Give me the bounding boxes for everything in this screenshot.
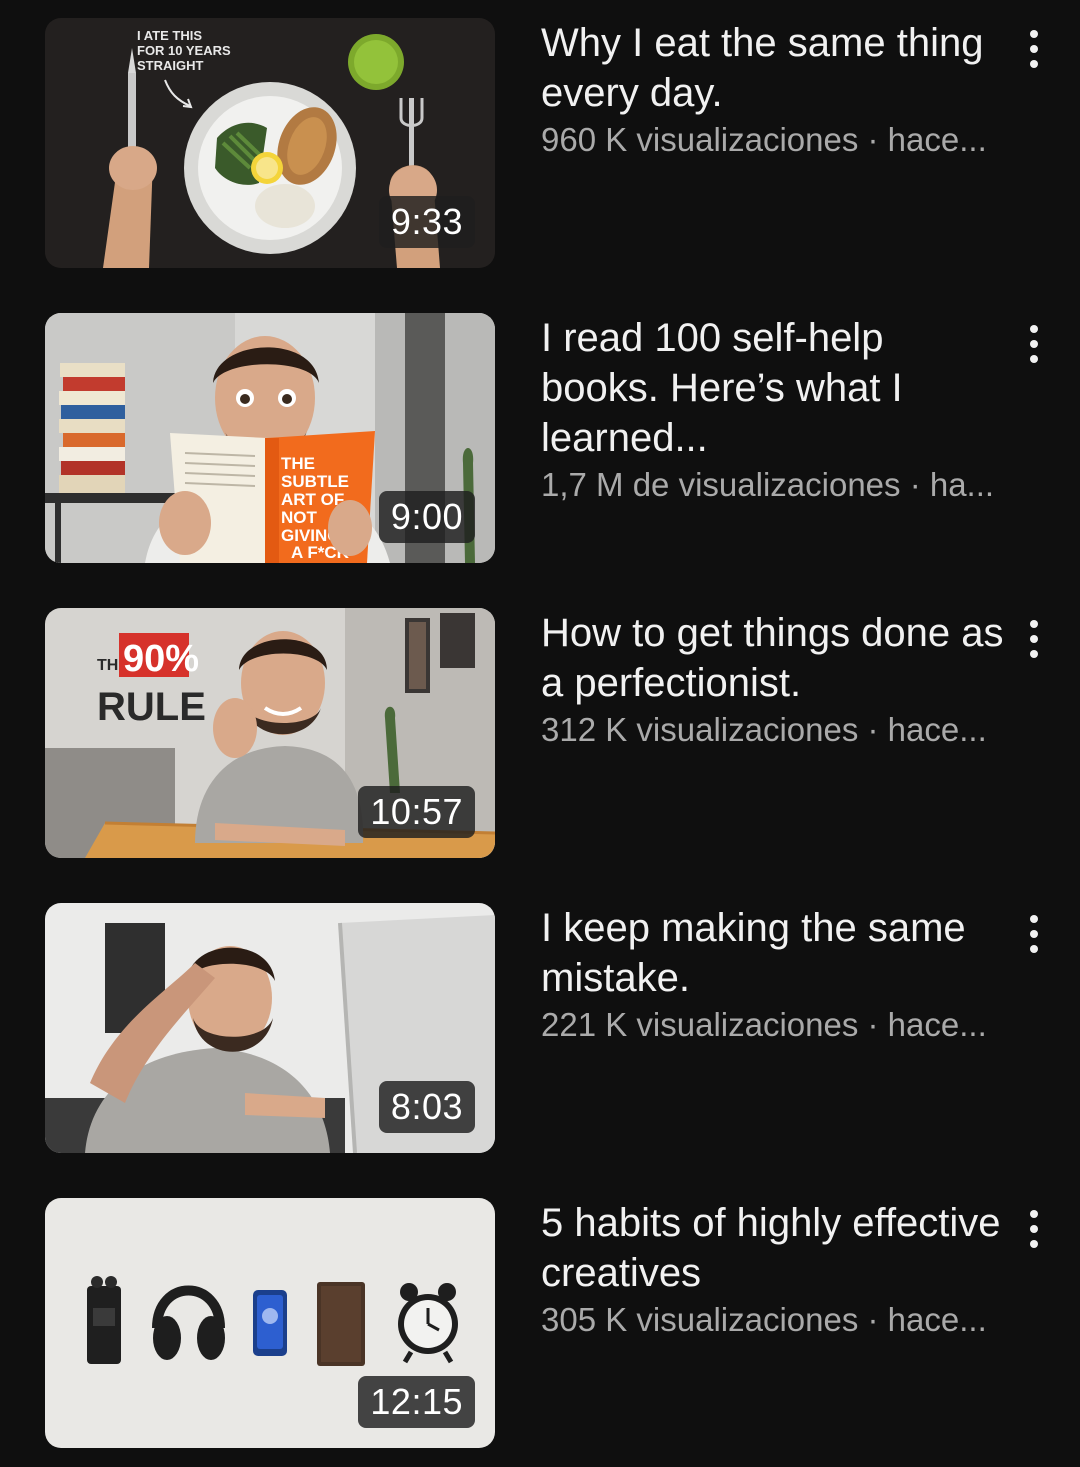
video-thumbnail[interactable]: 8:03 xyxy=(45,903,495,1153)
thumbnail-caption: RULE xyxy=(97,685,206,729)
video-duration: 12:15 xyxy=(358,1376,475,1428)
video-title[interactable]: 5 habits of highly effective creatives xyxy=(541,1198,1011,1298)
book-title: THE xyxy=(281,454,315,473)
video-title[interactable]: I keep making the same mistake. xyxy=(541,903,1011,1003)
book-title: ART OF xyxy=(281,490,344,509)
book-title: NOT xyxy=(281,508,318,527)
video-item[interactable]: THE SUBTLE ART OF NOT GIVING A F*CK 9:00… xyxy=(0,313,1080,563)
video-info[interactable]: 5 habits of highly effective creatives 3… xyxy=(541,1198,1011,1340)
video-info[interactable]: How to get things done as a perfectionis… xyxy=(541,608,1011,750)
thumbnail-caption: 90% xyxy=(123,638,199,680)
video-meta: 1,7 M de visualizaciones · ha... xyxy=(541,466,995,503)
thumbnail-caption: I ATE THIS xyxy=(137,28,202,43)
video-thumbnail[interactable]: THE 90% RULE 10:57 xyxy=(45,608,495,858)
video-info[interactable]: Why I eat the same thing every day. 960 … xyxy=(541,18,1011,160)
video-duration: 9:00 xyxy=(378,491,475,543)
video-duration: 8:03 xyxy=(378,1081,475,1133)
video-duration: 9:33 xyxy=(378,196,475,248)
book-title: SUBTLE xyxy=(281,472,349,491)
thumbnail-caption: STRAIGHT xyxy=(137,58,204,73)
video-meta: 960 K visualizaciones · hace... xyxy=(541,121,987,158)
more-vert-icon[interactable] xyxy=(1014,319,1054,369)
video-thumbnail[interactable]: THE SUBTLE ART OF NOT GIVING A F*CK 9:00 xyxy=(45,313,495,563)
video-item[interactable]: THE 90% RULE 10:57 How to get things don… xyxy=(0,608,1080,858)
thumbnail-caption: FOR 10 YEARS xyxy=(137,43,231,58)
video-thumbnail[interactable]: 12:15 xyxy=(45,1198,495,1448)
more-vert-icon[interactable] xyxy=(1014,24,1054,74)
video-duration: 10:57 xyxy=(358,786,475,838)
video-title[interactable]: Why I eat the same thing every day. xyxy=(541,18,1011,118)
video-meta: 305 K visualizaciones · hace... xyxy=(541,1301,987,1338)
video-info[interactable]: I keep making the same mistake. 221 K vi… xyxy=(541,903,1011,1045)
video-meta: 312 K visualizaciones · hace... xyxy=(541,711,987,748)
video-title[interactable]: How to get things done as a perfectionis… xyxy=(541,608,1011,708)
video-info[interactable]: I read 100 self-help books. Here’s what … xyxy=(541,313,1011,505)
video-item[interactable]: I ATE THIS FOR 10 YEARS STRAIGHT 9:33 Wh… xyxy=(0,18,1080,268)
video-item[interactable]: 12:15 5 habits of highly effective creat… xyxy=(0,1198,1080,1448)
video-item[interactable]: 8:03 I keep making the same mistake. 221… xyxy=(0,903,1080,1153)
video-thumbnail[interactable]: I ATE THIS FOR 10 YEARS STRAIGHT 9:33 xyxy=(45,18,495,268)
video-title[interactable]: I read 100 self-help books. Here’s what … xyxy=(541,313,1011,463)
more-vert-icon[interactable] xyxy=(1014,1204,1054,1254)
more-vert-icon[interactable] xyxy=(1014,909,1054,959)
video-meta: 221 K visualizaciones · hace... xyxy=(541,1006,987,1043)
more-vert-icon[interactable] xyxy=(1014,614,1054,664)
